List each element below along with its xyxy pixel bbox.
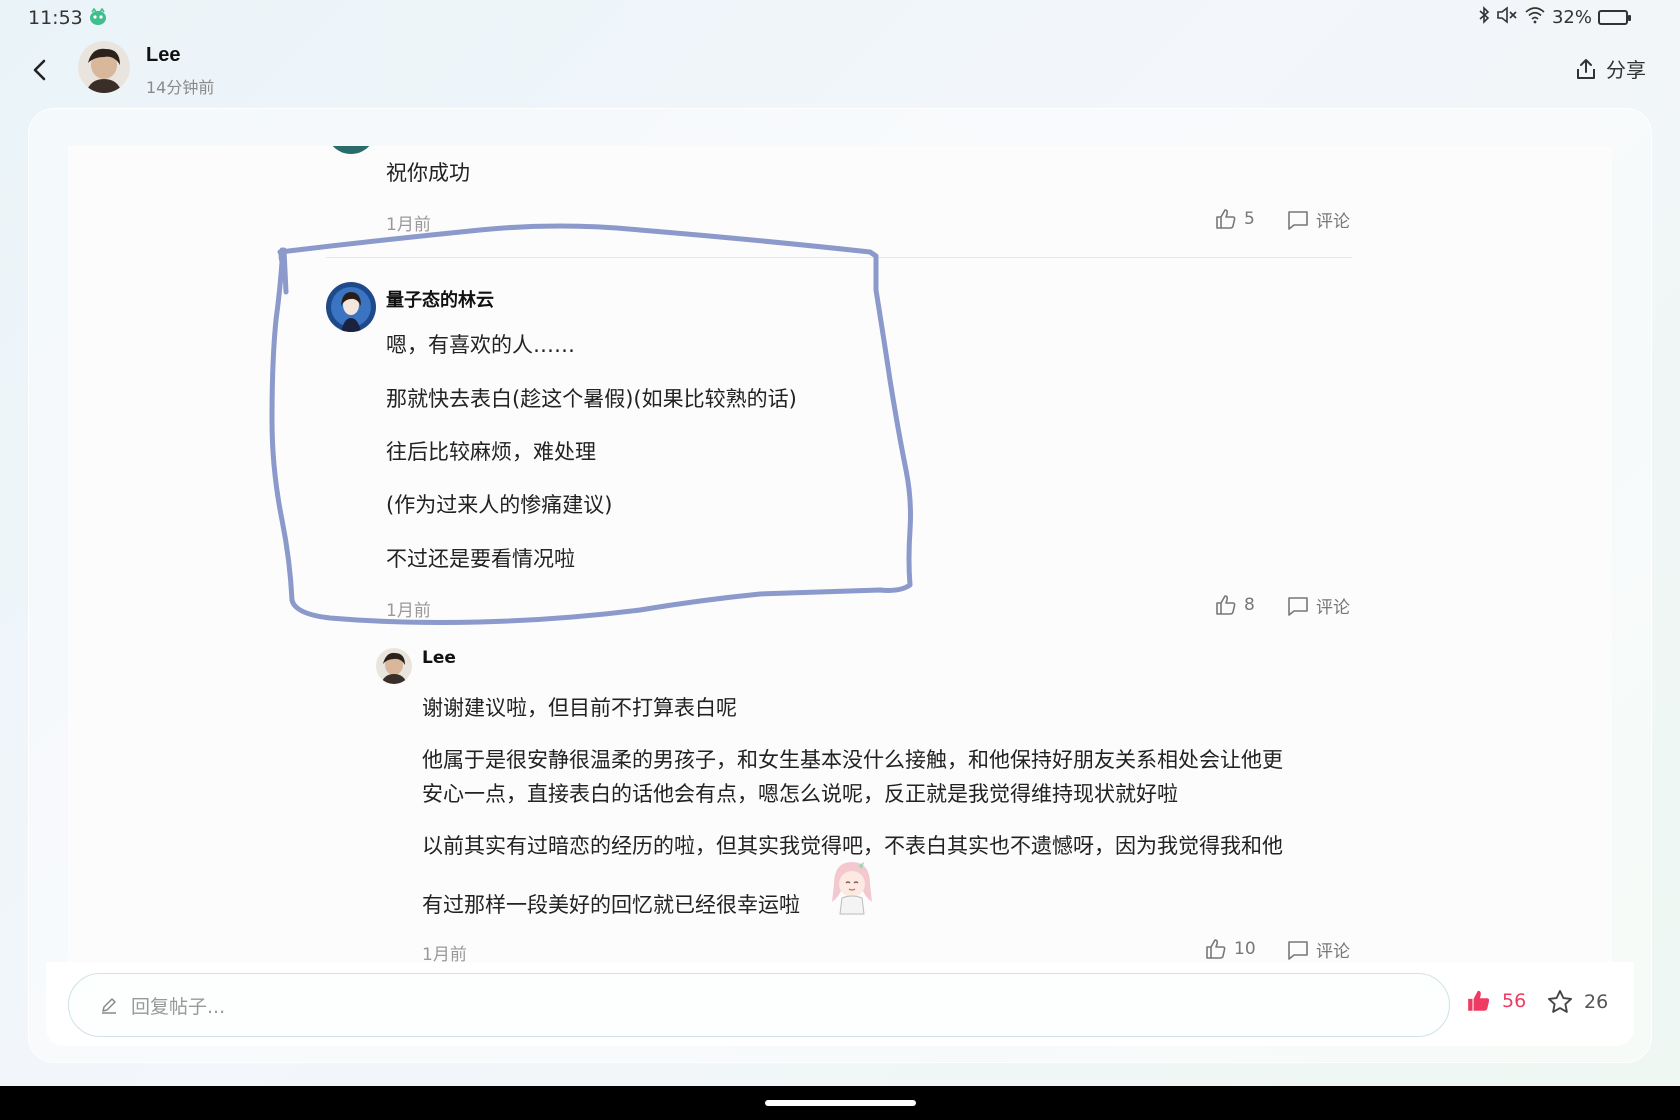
- app-notification-icon: [88, 7, 108, 30]
- pencil-icon: [102, 998, 116, 1014]
- reply-line: 有过那样一段美好的回忆就已经很幸运啦: [422, 893, 800, 917]
- sticker-emoji: [828, 858, 876, 916]
- comment-line: 那就快去表白(趁这个暑假)(如果比较熟的话): [386, 387, 797, 411]
- avatar[interactable]: [376, 648, 412, 684]
- author-name[interactable]: Lee: [146, 44, 180, 67]
- post-time: 14分钟前: [146, 78, 215, 97]
- share-icon: [1577, 58, 1595, 79]
- post-like-button[interactable]: 56: [1466, 988, 1526, 1014]
- thumbs-up-icon: [1216, 209, 1236, 229]
- avatar[interactable]: [326, 146, 376, 154]
- status-time: 11:53: [28, 7, 83, 29]
- like-count: 8: [1244, 595, 1255, 615]
- like-count: 5: [1244, 209, 1255, 229]
- like-count: 10: [1234, 939, 1256, 959]
- reply-input[interactable]: 回复帖子...: [68, 973, 1450, 1037]
- thumbs-up-icon: [1216, 595, 1236, 615]
- comment-list[interactable]: 祝你成功 1月前 5 评论 量子态的林云 嗯，有喜欢的人…… 那就快去表白(趁这…: [68, 146, 1612, 962]
- comment-line: (作为过来人的惨痛建议): [386, 493, 613, 517]
- author-avatar[interactable]: [78, 41, 130, 93]
- bluetooth-icon: [1478, 6, 1490, 29]
- mute-icon: [1496, 6, 1518, 29]
- post-header: Lee 14分钟前 分享: [0, 36, 1680, 108]
- reply-line: 谢谢建议啦，但目前不打算表白呢: [422, 696, 737, 720]
- comment-label: 评论: [1316, 942, 1350, 962]
- comment-icon: [1288, 940, 1308, 960]
- comment-button[interactable]: 评论: [1286, 593, 1350, 618]
- comment-time: 1月前: [386, 215, 431, 235]
- divider: [326, 257, 1352, 258]
- post-like-count: 56: [1502, 990, 1527, 1012]
- share-button[interactable]: 分享: [1574, 54, 1646, 83]
- avatar[interactable]: [326, 282, 376, 332]
- comment-label: 评论: [1316, 598, 1350, 618]
- comment-line: 往后比较麻烦，难处理: [386, 440, 596, 464]
- comment-username[interactable]: 量子态的林云: [386, 286, 494, 312]
- like-button[interactable]: 5: [1214, 207, 1255, 231]
- home-indicator[interactable]: [765, 1100, 916, 1106]
- status-indicators: 32%: [1478, 6, 1631, 29]
- comment-label: 评论: [1316, 212, 1350, 232]
- comment-text: 祝你成功: [386, 161, 470, 185]
- comment-button[interactable]: 评论: [1286, 937, 1350, 962]
- chevron-left-icon: [33, 59, 46, 81]
- reply-username[interactable]: Lee: [422, 648, 456, 668]
- reply-line: 安心一点，直接表白的话他会有点，嗯怎么说呢，反正就是我觉得维持现状就好啦: [422, 782, 1178, 806]
- battery-icon: [1598, 10, 1631, 25]
- wifi-icon: [1524, 6, 1546, 29]
- thumbs-up-icon: [1206, 939, 1226, 959]
- comment-icon: [1288, 596, 1308, 616]
- comment-icon: [1288, 210, 1308, 230]
- like-button[interactable]: 8: [1214, 593, 1255, 617]
- reply-placeholder: 回复帖子...: [131, 995, 226, 1018]
- reply-time: 1月前: [422, 945, 467, 962]
- thumbs-up-filled-icon: [1468, 990, 1490, 1011]
- comment-line: 不过还是要看情况啦: [386, 547, 575, 571]
- favorite-count: 26: [1584, 991, 1609, 1013]
- reply-line: 他属于是很安静很温柔的男孩子，和女生基本没什么接触，和他保持好朋友关系相处会让他…: [422, 748, 1283, 772]
- status-bar: 11:53 32%: [0, 0, 1680, 36]
- favorite-button[interactable]: 26: [1546, 988, 1608, 1016]
- comment-time: 1月前: [386, 601, 431, 621]
- like-button[interactable]: 10: [1204, 937, 1256, 961]
- comment-button[interactable]: 评论: [1286, 207, 1350, 232]
- battery-percent: 32%: [1551, 7, 1592, 28]
- comment-line: 嗯，有喜欢的人……: [386, 333, 575, 357]
- share-label: 分享: [1606, 58, 1646, 82]
- star-icon: [1547, 989, 1573, 1013]
- back-button[interactable]: [22, 52, 58, 88]
